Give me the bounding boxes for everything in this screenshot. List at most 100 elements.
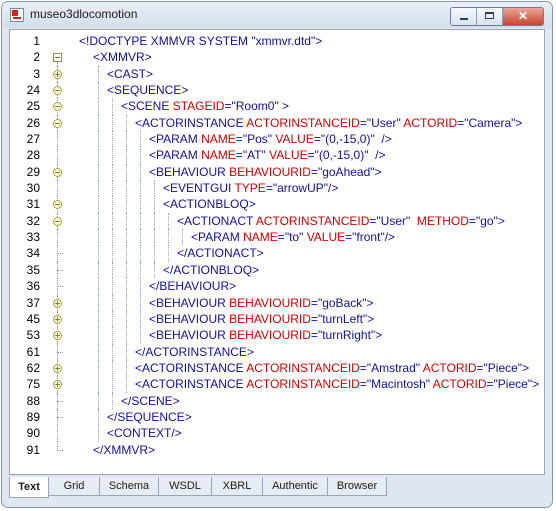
indent-guide	[112, 327, 113, 344]
tab-authentic[interactable]: Authentic	[262, 477, 328, 496]
expand-icon[interactable]	[53, 331, 62, 341]
xml-attribute: NAME	[243, 230, 278, 245]
maximize-button[interactable]	[477, 8, 503, 25]
fold-end-marker	[46, 261, 70, 279]
collapse-icon[interactable]	[46, 82, 70, 99]
indent-guide	[98, 212, 99, 230]
xml-tag: =	[307, 148, 315, 163]
tab-wsdl[interactable]: WSDL	[158, 477, 212, 496]
indent-guide	[182, 229, 183, 246]
fold-line	[46, 33, 70, 49]
indent-guide	[98, 294, 99, 311]
tab-schema[interactable]: Schema	[99, 477, 159, 496]
code-area[interactable]: <!DOCTYPE XMMVR SYSTEM "xmmvr.dtd"> <XMMV…	[70, 33, 544, 458]
indent-guide	[112, 229, 113, 246]
xml-tag: =	[468, 213, 476, 228]
collapse-icon[interactable]	[46, 163, 70, 181]
tab-text[interactable]: Text	[9, 477, 49, 498]
collapse-icon[interactable]	[53, 102, 62, 112]
indent-guide	[112, 278, 113, 295]
indent-guide	[140, 310, 141, 328]
code-line: <PARAM NAME="Pos" VALUE="(0,-15,0)" />	[70, 131, 544, 148]
xml-text-editor[interactable]: 1 2 3 24 25 26 27 28 29 30 31 32 33 34 35 36 37 45 53 61 62 7…	[9, 29, 545, 475]
indent-guide	[98, 376, 99, 393]
code-line: </ACTORINSTANCE>	[70, 343, 544, 360]
collapse-icon[interactable]	[53, 216, 62, 226]
xml-value: "go"	[475, 213, 498, 228]
indent-guide	[98, 98, 99, 115]
xml-tag: <XMMVR>	[93, 50, 152, 65]
collapse-box-icon[interactable]	[46, 49, 70, 66]
tab-xbrl[interactable]: XBRL	[211, 477, 263, 496]
indent-guide	[98, 425, 99, 442]
indent-guide	[126, 229, 127, 246]
indent-guide	[112, 196, 113, 213]
collapse-icon[interactable]	[53, 118, 62, 128]
code-line: </ACTIONACT>	[70, 245, 544, 262]
window-controls: ✕	[450, 7, 544, 26]
xml-attribute: BEHAVIOURID	[229, 164, 311, 179]
indent-guide	[168, 245, 169, 262]
collapse-icon[interactable]	[46, 114, 70, 132]
xml-attribute: TYPE	[234, 181, 266, 196]
xml-attribute: ACTORID	[432, 377, 487, 392]
close-button[interactable]: ✕	[503, 8, 543, 25]
expand-icon[interactable]	[46, 327, 70, 344]
indent-guide	[98, 229, 99, 246]
collapse-icon[interactable]	[53, 200, 62, 210]
indent-guide	[126, 359, 127, 377]
xml-value: "to"	[284, 230, 304, 245]
xml-tag: <EVENTGUI	[163, 181, 235, 196]
indent-guide	[126, 163, 127, 181]
xml-value: "Amstrad"	[366, 360, 421, 375]
line-number: 61	[26, 344, 40, 359]
xml-tag: =	[359, 360, 367, 375]
line-number: 53	[26, 328, 40, 343]
expand-icon[interactable]	[46, 294, 70, 311]
title-bar[interactable]: museo3dlocomotion ✕	[2, 2, 552, 28]
expand-icon[interactable]	[46, 310, 70, 328]
fold-end-marker	[46, 408, 70, 426]
expand-icon[interactable]	[53, 380, 62, 390]
xml-tag: =	[486, 377, 494, 392]
collapse-icon[interactable]	[53, 86, 62, 96]
xml-tag: <ACTORINSTANCE	[135, 377, 247, 392]
xml-attribute: BEHAVIOURID	[229, 328, 311, 343]
line-number: 75	[26, 377, 40, 392]
line-number: 1	[33, 34, 40, 48]
line-number: 25	[26, 99, 40, 114]
collapse-icon[interactable]	[53, 53, 62, 63]
expand-icon[interactable]	[53, 314, 62, 324]
expand-icon[interactable]	[46, 65, 70, 83]
expand-icon[interactable]	[46, 376, 70, 393]
minimize-button[interactable]	[451, 8, 477, 25]
collapse-icon[interactable]	[53, 167, 62, 177]
xml-value: "Pos"	[242, 132, 273, 147]
xml-attribute: BEHAVIOURID	[229, 295, 311, 310]
xml-tag: <ACTORINSTANCE	[135, 360, 247, 375]
fold-end-marker	[46, 245, 70, 262]
collapse-icon[interactable]	[46, 212, 70, 230]
collapse-icon[interactable]	[46, 98, 70, 115]
code-line: <PARAM NAME="AT" VALUE="(0,-15,0)" />	[70, 147, 544, 164]
tab-grid[interactable]: Grid	[48, 477, 100, 496]
code-line: </XMMVR>	[70, 442, 544, 458]
expand-icon[interactable]	[46, 359, 70, 377]
xml-tag: />	[374, 132, 392, 147]
expand-icon[interactable]	[53, 363, 62, 373]
code-line: </SEQUENCE>	[70, 408, 544, 426]
indent-guide	[126, 294, 127, 311]
xml-attribute: NAME	[201, 148, 236, 163]
xml-value: "Piece"	[483, 360, 523, 375]
line-number: 31	[26, 197, 40, 212]
xml-attribute: NAME	[201, 132, 236, 147]
indent-guide	[140, 163, 141, 181]
xml-tag: >	[532, 377, 540, 392]
expand-icon[interactable]	[53, 69, 62, 79]
indent-guide	[140, 180, 141, 197]
tab-browser[interactable]: Browser	[327, 477, 387, 496]
fold-line	[46, 229, 70, 246]
expand-icon[interactable]	[53, 298, 62, 308]
xml-tag: <BEHAVIOUR	[149, 295, 230, 310]
collapse-icon[interactable]	[46, 196, 70, 213]
